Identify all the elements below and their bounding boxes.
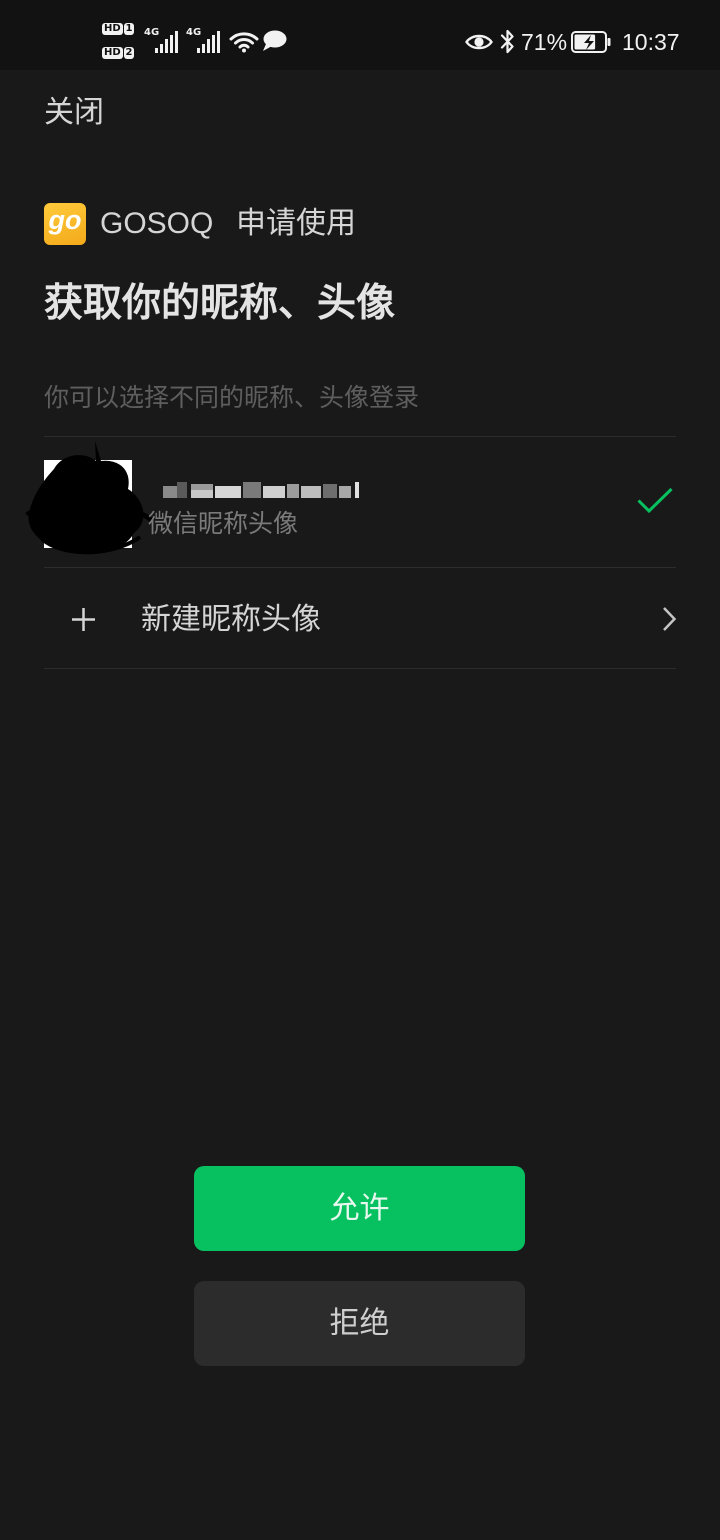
authorization-page: HD 1 HD 2 4G 4G 71% 10:37 关闭 go GOSOQ 申请…	[0, 0, 720, 1540]
sim2-number: 2	[124, 47, 134, 59]
redacted-nickname	[163, 482, 359, 498]
clock: 10:37	[622, 29, 680, 55]
check-icon	[637, 487, 673, 514]
deny-button[interactable]: 拒绝	[194, 1281, 525, 1366]
bluetooth-icon	[500, 29, 514, 54]
sim1-hd-badge: HD	[102, 23, 123, 35]
status-bar: HD 1 HD 2 4G 4G 71% 10:37	[0, 0, 720, 70]
sim1-number: 1	[124, 23, 134, 35]
profile-source-label: 微信昵称头像	[148, 510, 299, 538]
new-profile-option[interactable]: 新建昵称头像	[0, 568, 720, 668]
app-request-text: 申请使用	[236, 207, 356, 240]
sim2-hd-badge: HD	[102, 47, 123, 59]
eye-icon	[465, 34, 493, 50]
battery-percent: 71%	[521, 29, 568, 55]
signal-icon	[197, 31, 220, 53]
battery-charging-icon	[571, 31, 611, 53]
app-name: GOSOQ	[100, 207, 214, 240]
allow-button[interactable]: 允许	[194, 1166, 525, 1251]
signal-icon	[155, 31, 178, 53]
redaction-scribble	[25, 441, 154, 555]
chevron-right-icon	[663, 607, 677, 631]
divider	[44, 668, 676, 669]
app-logo-text: go	[48, 205, 82, 235]
message-icon	[263, 30, 287, 51]
new-profile-label: 新建昵称头像	[141, 603, 321, 636]
page-title: 获取你的昵称、头像	[44, 282, 396, 325]
plus-icon	[72, 608, 95, 631]
profile-option-wechat[interactable]: 微信昵称头像	[0, 437, 720, 567]
page-subtitle: 你可以选择不同的昵称、头像登录	[44, 384, 420, 412]
app-logo: go	[44, 203, 86, 245]
close-button[interactable]: 关闭	[44, 93, 104, 133]
wifi-icon	[229, 32, 259, 53]
